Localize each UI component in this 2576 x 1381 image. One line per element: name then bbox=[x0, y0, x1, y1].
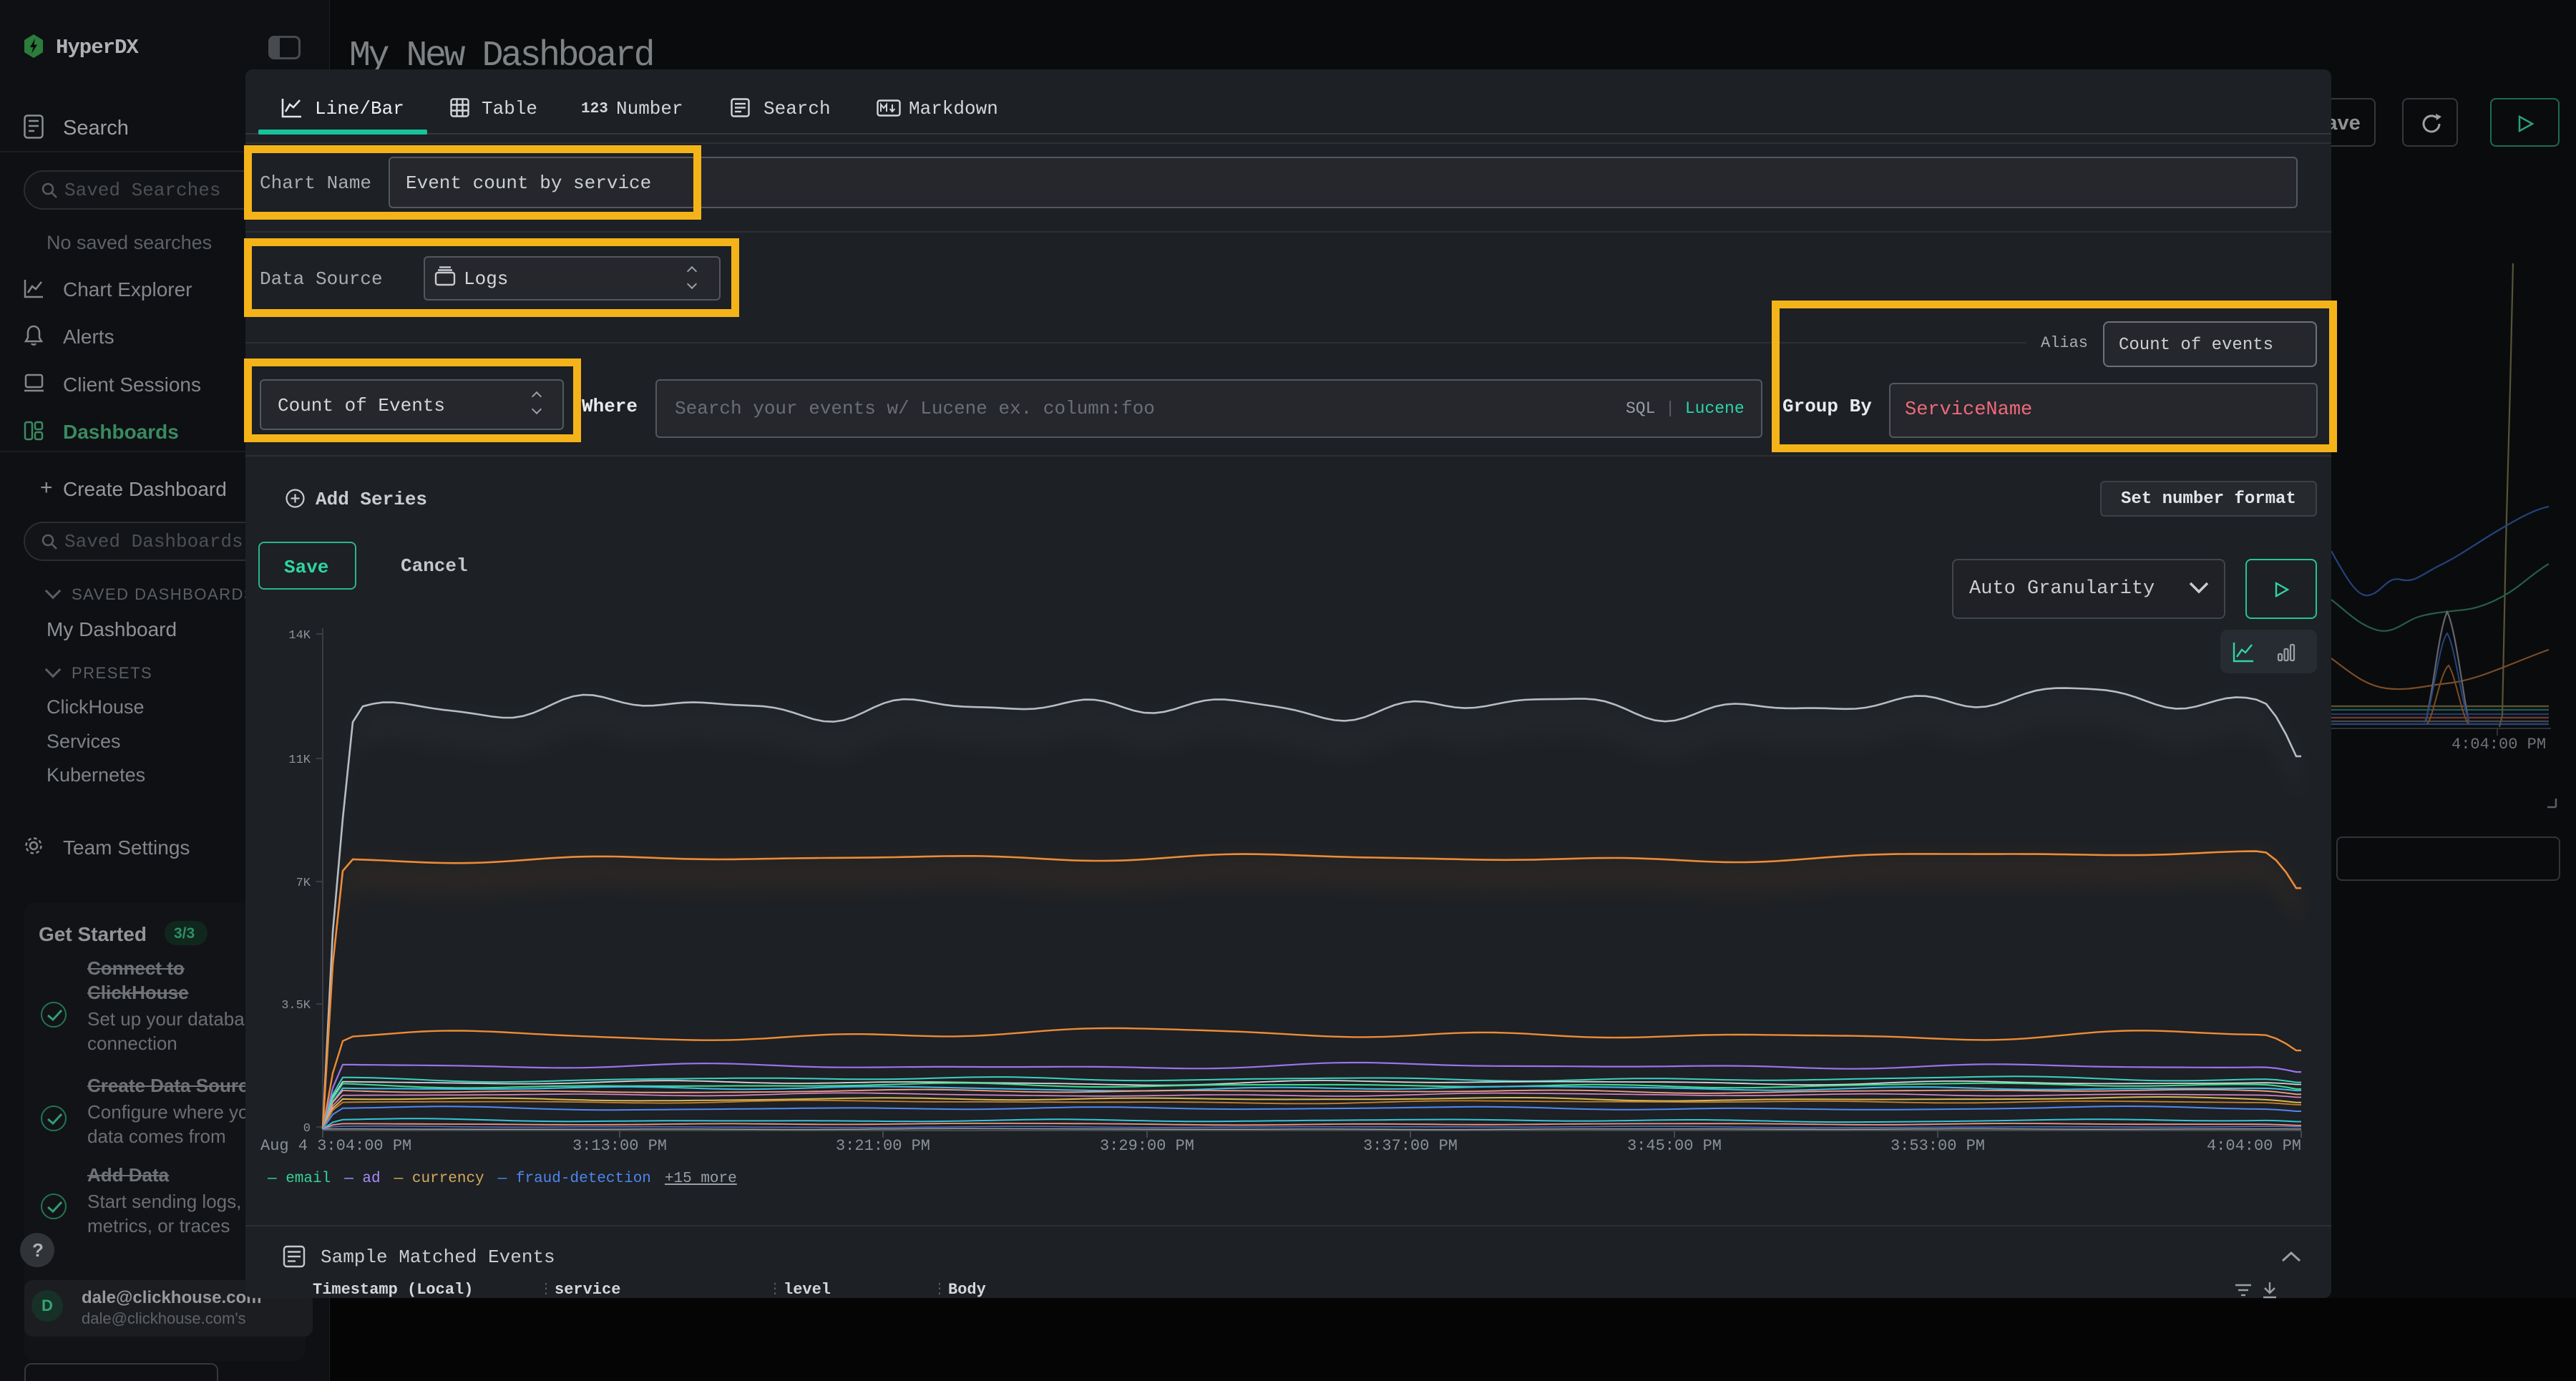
svg-text:3:13:00 PM: 3:13:00 PM bbox=[572, 1137, 667, 1155]
svg-text:4:04:00 PM: 4:04:00 PM bbox=[2207, 1137, 2301, 1155]
svg-text:3.5K: 3.5K bbox=[281, 999, 311, 1012]
svg-text:3:45:00 PM: 3:45:00 PM bbox=[1627, 1137, 1722, 1155]
svg-text:11K: 11K bbox=[288, 753, 311, 767]
svg-text:3:37:00 PM: 3:37:00 PM bbox=[1363, 1137, 1458, 1155]
svg-text:14K: 14K bbox=[288, 629, 311, 643]
svg-text:Aug 4 3:04:00 PM: Aug 4 3:04:00 PM bbox=[260, 1137, 411, 1155]
svg-text:7K: 7K bbox=[296, 877, 311, 890]
svg-text:0: 0 bbox=[303, 1122, 311, 1136]
svg-text:3:53:00 PM: 3:53:00 PM bbox=[1890, 1137, 1985, 1155]
svg-text:3:21:00 PM: 3:21:00 PM bbox=[836, 1137, 930, 1155]
svg-text:3:29:00 PM: 3:29:00 PM bbox=[1100, 1137, 1194, 1155]
